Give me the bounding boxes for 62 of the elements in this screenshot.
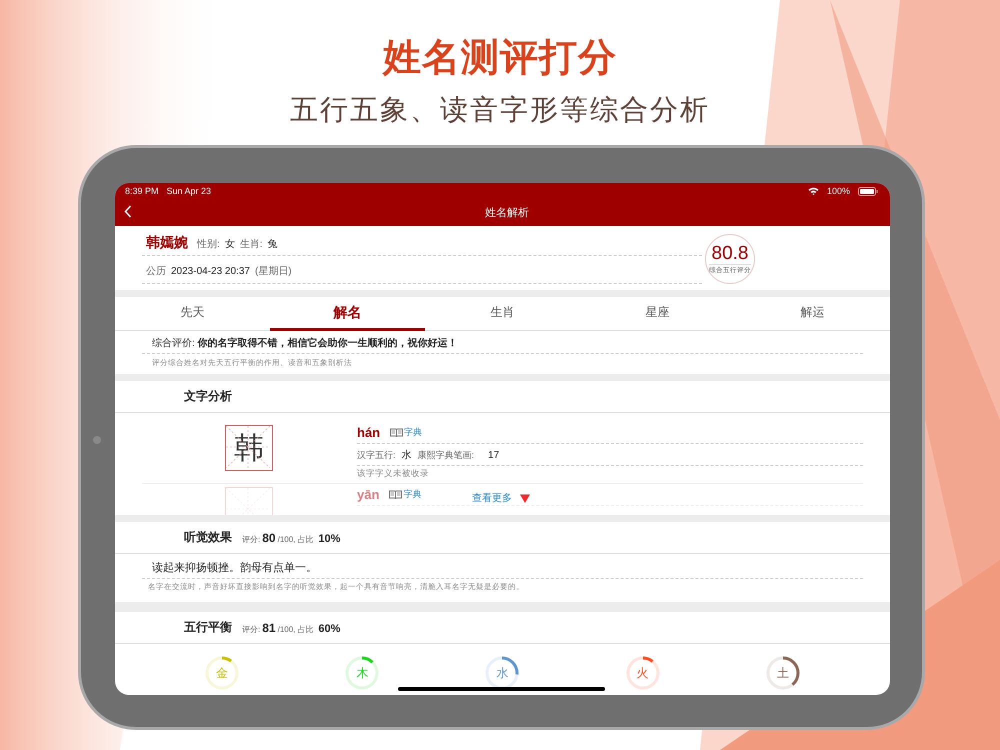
wifi-icon xyxy=(808,187,819,195)
section-title: 五行平衡 xyxy=(184,619,232,636)
birth-datetime: 2023-04-23 20:37 xyxy=(171,266,250,277)
share-value: 60% xyxy=(318,622,340,634)
tab[interactable]: 先天 xyxy=(115,297,270,331)
wuxing-label: 汉字五行: xyxy=(357,449,396,462)
dictionary-link[interactable]: 字典 xyxy=(390,426,422,439)
score-label: 评分: xyxy=(242,534,260,544)
banner-title: 姓名测评打分 xyxy=(383,36,617,80)
battery-icon xyxy=(858,186,878,196)
share-label: 占比 xyxy=(297,624,314,634)
strokes-label: 康熙字典笔画: xyxy=(418,449,474,462)
person-name: 韩嫣婉 xyxy=(146,234,188,252)
show-more-link[interactable]: 查看更多 xyxy=(472,491,530,505)
share-label: 占比 xyxy=(297,534,314,544)
meaning-text: 该字字义未被收录 xyxy=(357,467,430,480)
pinyin-text: yān xyxy=(357,487,380,502)
dictionary-link[interactable]: 字典 xyxy=(389,488,422,501)
pinyin-text: hán xyxy=(357,425,380,440)
score-value: 81 xyxy=(262,620,276,634)
share-value: 10% xyxy=(318,532,340,544)
score-max: /100, xyxy=(278,534,296,544)
character-grid: 韩 xyxy=(225,425,273,471)
score-value: 80 xyxy=(262,530,276,544)
character-grid xyxy=(225,487,273,515)
strokes-value: 17 xyxy=(488,450,500,461)
element-label: 木 xyxy=(355,666,370,680)
caret-icon xyxy=(520,494,530,502)
ring-gauge xyxy=(766,656,800,690)
book-icon xyxy=(389,490,402,499)
gender-label: 性别: xyxy=(197,238,220,251)
banner-subtitle: 五行五象、读音字形等综合分析 xyxy=(290,94,710,126)
section-title: 文字分析 xyxy=(184,388,232,405)
weekday-text: (星期日) xyxy=(254,264,292,278)
element-label: 水 xyxy=(495,666,510,680)
tab[interactable]: 解运 xyxy=(735,297,890,331)
element-label: 金 xyxy=(215,666,230,680)
element-label: 火 xyxy=(636,666,650,680)
tab[interactable]: 生肖 xyxy=(425,297,580,331)
book-icon xyxy=(390,428,404,437)
ring-gauge xyxy=(345,656,380,690)
ring-gauge xyxy=(205,656,240,690)
wuxing-value: 水 xyxy=(402,448,412,462)
ring-gauge xyxy=(626,656,660,690)
zodiac-label: 生肖: xyxy=(240,238,263,251)
score-max: /100, xyxy=(278,624,296,634)
gender-value: 女 xyxy=(224,238,235,251)
camera-dot xyxy=(93,436,101,444)
hearing-text: 读起来抑扬顿挫。韵母有点单一。 xyxy=(142,560,863,579)
element-label: 土 xyxy=(776,666,790,680)
tab[interactable]: 解名 xyxy=(270,297,425,331)
status-date: Sun Apr 23 xyxy=(166,186,212,196)
evaluation-text: 综合评价: 你的名字取得不错，相信它会助你一生顺利的，祝你好运！ xyxy=(142,336,863,354)
calendar-label: 公历 xyxy=(146,265,166,278)
section-title: 听觉效果 xyxy=(184,529,232,546)
screen-title: 姓名解析 xyxy=(485,206,529,220)
tab[interactable]: 星座 xyxy=(580,297,735,331)
zodiac-value: 兔 xyxy=(268,238,278,251)
status-time: 8:39 PM xyxy=(125,186,159,196)
back-icon[interactable] xyxy=(124,204,132,218)
score-label: 评分: xyxy=(242,624,260,634)
battery-percent: 100% xyxy=(826,186,850,196)
